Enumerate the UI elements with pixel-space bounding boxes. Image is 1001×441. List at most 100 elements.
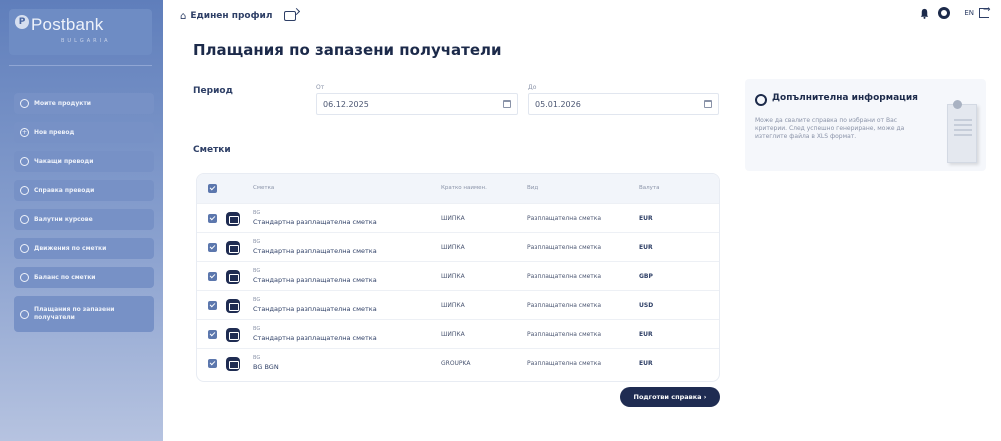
clock-icon: [20, 157, 29, 166]
account-number: BG: [253, 355, 261, 361]
postbank-logo-icon: P: [15, 15, 29, 29]
brand-name: Postbank: [31, 15, 104, 34]
account-number: BG: [253, 326, 261, 332]
from-date-label: От: [316, 84, 325, 91]
from-date-field[interactable]: 06.12.2025: [316, 93, 518, 115]
account-short-name: ШИПКА: [441, 273, 465, 280]
table-header: Сметка Кратко наимен. Вид Валута: [197, 174, 719, 203]
account-short-name: ШИПКА: [441, 302, 465, 309]
header-type: Вид: [527, 185, 539, 191]
top-right-actions: EN: [919, 5, 991, 19]
profile-switcher[interactable]: ⌂ Единен профил: [180, 8, 297, 24]
list-icon: [20, 244, 29, 253]
plus-circle-icon: +: [20, 128, 29, 137]
calendar-icon[interactable]: [503, 100, 511, 108]
row-checkbox[interactable]: [208, 214, 217, 223]
wallet-icon: [226, 212, 240, 226]
table-row[interactable]: BG BG BGN GROUPKA Разплащателна сметка E…: [197, 348, 719, 377]
account-type: Разплащателна сметка: [527, 244, 602, 251]
info-card: Допълнителна информация Може да свалите …: [745, 79, 986, 171]
select-all-checkbox[interactable]: [208, 184, 217, 193]
switch-profile-icon[interactable]: [284, 11, 297, 21]
balance-icon: [20, 273, 29, 282]
sidebar-item-exchange-rates[interactable]: Валутни курсове: [14, 209, 154, 230]
to-date-label: До: [528, 84, 537, 91]
sidebar-item-saved-recipients[interactable]: Плащания по запазени получатели: [14, 296, 154, 332]
sidebar-item-label: Чакащи преводи: [34, 157, 94, 165]
profile-name: Единен профил: [190, 11, 273, 21]
brand-subtitle: BULGARIA: [61, 38, 111, 44]
sidebar-item-label: Движения по сметки: [34, 244, 107, 252]
account-name: Стандартна разплащателна сметка: [253, 247, 377, 255]
wallet-icon: [226, 357, 240, 371]
account-short-name: ШИПКА: [441, 215, 465, 222]
table-row[interactable]: BG Стандартна разплащателна сметка ШИПКА…: [197, 232, 719, 261]
postbank-logo[interactable]: P Postbank BULGARIA: [9, 9, 152, 55]
sidebar-nav: Моите продукти + Нов превод Чакащи прево…: [14, 93, 154, 340]
table-row[interactable]: BG Стандартна разплащателна сметка ШИПКА…: [197, 261, 719, 290]
user-icon[interactable]: [938, 7, 951, 19]
sidebar-item-account-balance[interactable]: Баланс по сметки: [14, 267, 154, 288]
wallet-icon: [226, 241, 240, 255]
header-currency: Валута: [639, 185, 660, 191]
sidebar-item-transfer-report[interactable]: Справка преводи: [14, 180, 154, 201]
from-date-value: 06.12.2025: [323, 100, 369, 109]
account-short-name: ШИПКА: [441, 244, 465, 251]
account-type: Разплащателна сметка: [527, 215, 602, 222]
row-checkbox[interactable]: [208, 243, 217, 252]
account-type: Разплащателна сметка: [527, 331, 602, 338]
account-number: BG: [253, 297, 261, 303]
account-type: Разплащателна сметка: [527, 360, 602, 367]
table-row[interactable]: BG Стандартна разплащателна сметка ШИПКА…: [197, 319, 719, 348]
account-number: BG: [253, 268, 261, 274]
account-currency: EUR: [639, 215, 653, 222]
sidebar-item-label: Баланс по сметки: [34, 273, 96, 281]
header-account: Сметка: [253, 185, 275, 191]
sidebar-item-label: Справка преводи: [34, 186, 95, 194]
period-label: Период: [193, 86, 233, 96]
table-row[interactable]: BG Стандартна разплащателна сметка ШИПКА…: [197, 203, 719, 232]
sidebar-divider: [9, 65, 152, 66]
account-name: Стандартна разплащателна сметка: [253, 305, 377, 313]
sidebar-item-label: Валутни курсове: [34, 215, 93, 223]
table-row[interactable]: BG Стандартна разплащателна сметка ШИПКА…: [197, 290, 719, 319]
calendar-icon[interactable]: [704, 100, 712, 108]
sidebar-item-new-transfer[interactable]: + Нов превод: [14, 122, 154, 143]
accounts-label: Сметки: [193, 145, 231, 155]
pin-icon: [953, 100, 962, 109]
account-name: Стандартна разплащателна сметка: [253, 334, 377, 342]
row-checkbox[interactable]: [208, 301, 217, 310]
logout-icon[interactable]: [979, 5, 991, 18]
home-icon: ⌂: [180, 10, 187, 22]
sidebar-item-label: Моите продукти: [34, 99, 92, 107]
sidebar-item-my-products[interactable]: Моите продукти: [14, 93, 154, 114]
account-currency: EUR: [639, 360, 653, 367]
account-type: Разплащателна сметка: [527, 273, 602, 280]
exchange-icon: [20, 215, 29, 224]
wallet-icon: [226, 328, 240, 342]
wallet-icon: [226, 299, 240, 313]
document-icon: [20, 186, 29, 195]
bell-icon[interactable]: [919, 8, 930, 19]
row-checkbox[interactable]: [208, 359, 217, 368]
info-icon: [755, 94, 767, 106]
row-checkbox[interactable]: [208, 330, 217, 339]
sidebar-item-pending-transfers[interactable]: Чакащи преводи: [14, 151, 154, 172]
account-currency: USD: [639, 302, 654, 309]
document-illustration-icon: [947, 104, 977, 163]
to-date-value: 05.01.2026: [535, 100, 581, 109]
row-checkbox[interactable]: [208, 272, 217, 281]
accounts-table: Сметка Кратко наимен. Вид Валута BG Стан…: [196, 173, 720, 382]
sidebar-item-account-movements[interactable]: Движения по сметки: [14, 238, 154, 259]
account-number: BG: [253, 239, 261, 245]
language-switch[interactable]: EN: [964, 9, 974, 17]
account-currency: EUR: [639, 244, 653, 251]
account-name: Стандартна разплащателна сметка: [253, 276, 377, 284]
prepare-report-button[interactable]: Подготви справка ›: [620, 387, 720, 407]
sidebar-item-label: Нов превод: [34, 128, 75, 136]
sidebar-item-label: Плащания по запазени получатели: [34, 306, 115, 321]
to-date-field[interactable]: 05.01.2026: [528, 93, 719, 115]
account-short-name: ШИПКА: [441, 331, 465, 338]
page-title: Плащания по запазени получатели: [193, 41, 502, 59]
users-icon: [20, 309, 29, 319]
